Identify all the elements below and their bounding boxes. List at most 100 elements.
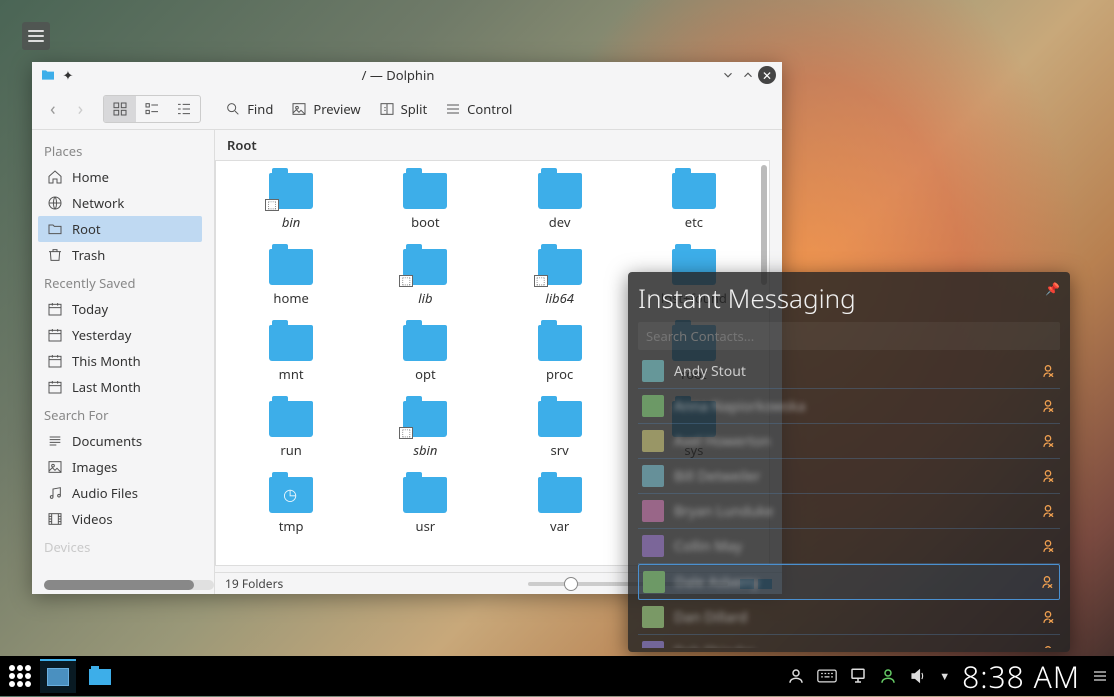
calendar-icon — [46, 353, 64, 369]
folder-bin[interactable]: bin — [224, 173, 358, 231]
root-icon — [46, 221, 64, 237]
clock[interactable]: 8:38 AM — [962, 656, 1080, 697]
forward-button[interactable]: › — [68, 93, 94, 125]
folder-var[interactable]: var — [493, 477, 627, 535]
minimize-button[interactable] — [718, 65, 738, 85]
volume-icon[interactable] — [909, 667, 927, 685]
sidebar-item-yesterday[interactable]: Yesterday — [38, 322, 202, 348]
sidebar-item-audio-files[interactable]: Audio Files — [38, 480, 202, 506]
sidebar-item-images[interactable]: Images — [38, 454, 202, 480]
contact-name: Dale Asberry — [675, 573, 1029, 592]
app-launcher[interactable] — [6, 662, 34, 690]
sidebar-item-root[interactable]: Root — [38, 216, 202, 242]
pin-icon[interactable]: ✦ — [58, 65, 78, 85]
network-icon[interactable] — [849, 667, 867, 685]
folder-icon — [403, 173, 447, 209]
folder-srv[interactable]: srv — [493, 401, 627, 459]
details-view-button[interactable] — [168, 96, 200, 122]
sidebar-item-videos[interactable]: Videos — [38, 506, 202, 532]
avatar — [642, 395, 664, 417]
folder-run[interactable]: run — [224, 401, 358, 459]
user-icon[interactable] — [787, 667, 805, 685]
avatar — [642, 606, 664, 628]
contact-row[interactable]: Andy Stout — [638, 354, 1060, 389]
contact-row[interactable]: Dan Dillard — [638, 600, 1060, 635]
im-status-icon[interactable] — [879, 667, 897, 685]
img-icon — [46, 459, 64, 475]
grid-scrollbar[interactable] — [761, 165, 767, 285]
folder-label: usr — [416, 517, 436, 535]
away-status-icon — [1040, 468, 1056, 484]
im-search-input[interactable] — [638, 322, 1060, 350]
sidebar-item-last-month[interactable]: Last Month — [38, 374, 202, 400]
contact-row[interactable]: Bill Detweiler — [638, 459, 1060, 494]
contact-row[interactable]: Collin May — [638, 529, 1060, 564]
sidebar-item-home[interactable]: Home — [38, 164, 202, 190]
hamburger-icon — [28, 30, 44, 42]
task-dolphin-pinned[interactable] — [82, 659, 118, 693]
sidebar-item-label: Home — [72, 168, 109, 186]
close-button[interactable]: ✕ — [758, 66, 776, 84]
sidebar-item-label: Documents — [72, 432, 142, 450]
folder-icon — [538, 249, 582, 285]
sidebar-item-today[interactable]: Today — [38, 296, 202, 322]
avatar — [643, 571, 665, 593]
compact-view-button[interactable] — [136, 96, 168, 122]
contact-row[interactable]: Axel Howerton — [638, 424, 1060, 459]
folder-dev[interactable]: dev — [493, 173, 627, 231]
preview-button[interactable]: Preview — [283, 95, 368, 123]
back-button[interactable]: ‹ — [40, 93, 66, 125]
folder-icon — [403, 401, 447, 437]
control-button[interactable]: Control — [437, 95, 520, 123]
contact-row[interactable]: Dale Asberry — [638, 564, 1060, 600]
folder-label: run — [280, 441, 301, 459]
folder-boot[interactable]: boot — [358, 173, 492, 231]
contact-name: Anna Napiorkowska — [674, 397, 1030, 416]
icons-view-button[interactable] — [104, 96, 136, 122]
desktop-menu-button[interactable] — [22, 22, 50, 50]
contact-name: Axel Howerton — [674, 432, 1030, 451]
contact-row[interactable]: Anna Napiorkowska — [638, 389, 1060, 424]
folder-etc[interactable]: etc — [627, 173, 761, 231]
sidebar-item-network[interactable]: Network — [38, 190, 202, 216]
folder-sbin[interactable]: sbin — [358, 401, 492, 459]
contact-row[interactable]: Bryan Lunduke — [638, 494, 1060, 529]
keyboard-icon[interactable] — [817, 669, 837, 683]
contact-name: Bryan Lunduke — [674, 502, 1030, 521]
breadcrumb[interactable]: Root — [215, 130, 782, 160]
task-dolphin-window[interactable] — [40, 659, 76, 693]
folder-lib[interactable]: lib — [358, 249, 492, 307]
folder-mnt[interactable]: mnt — [224, 325, 358, 383]
folder-tmp[interactable]: tmp — [224, 477, 358, 535]
contact-row[interactable]: Deb Shinder — [638, 635, 1060, 648]
sidebar-item-trash[interactable]: Trash — [38, 242, 202, 268]
contact-list: Andy Stout Anna Napiorkowska Axel Howerton… — [638, 354, 1060, 648]
folder-home[interactable]: home — [224, 249, 358, 307]
away-status-icon — [1040, 363, 1056, 379]
folder-icon — [269, 173, 313, 209]
sidebar-item-label: Yesterday — [72, 326, 131, 344]
folder-label: lib64 — [545, 289, 574, 307]
window-title: / — Dolphin — [78, 66, 718, 84]
folder-proc[interactable]: proc — [493, 325, 627, 383]
sidebar-item-this-month[interactable]: This Month — [38, 348, 202, 374]
folder-label: home — [273, 289, 308, 307]
panel-menu-icon[interactable] — [1092, 668, 1108, 684]
tray-expand-icon[interactable]: ▼ — [939, 669, 950, 684]
contact-name: Dan Dillard — [674, 608, 1030, 627]
folder-label: dev — [549, 213, 571, 231]
find-button[interactable]: Find — [217, 95, 281, 123]
sidebar-item-documents[interactable]: Documents — [38, 428, 202, 454]
sidebar-item-label: This Month — [72, 352, 141, 370]
sidebar-scrollbar-horizontal[interactable] — [44, 580, 214, 590]
split-button[interactable]: Split — [371, 95, 436, 123]
titlebar[interactable]: ✦ / — Dolphin ✕ — [32, 62, 782, 88]
folder-icon — [403, 325, 447, 361]
folder-opt[interactable]: opt — [358, 325, 492, 383]
folder-lib64[interactable]: lib64 — [493, 249, 627, 307]
places-header: Places — [38, 136, 214, 164]
maximize-button[interactable] — [738, 65, 758, 85]
pin-icon[interactable]: 📌 — [1045, 280, 1060, 297]
folder-usr[interactable]: usr — [358, 477, 492, 535]
devices-header: Devices — [38, 532, 214, 560]
